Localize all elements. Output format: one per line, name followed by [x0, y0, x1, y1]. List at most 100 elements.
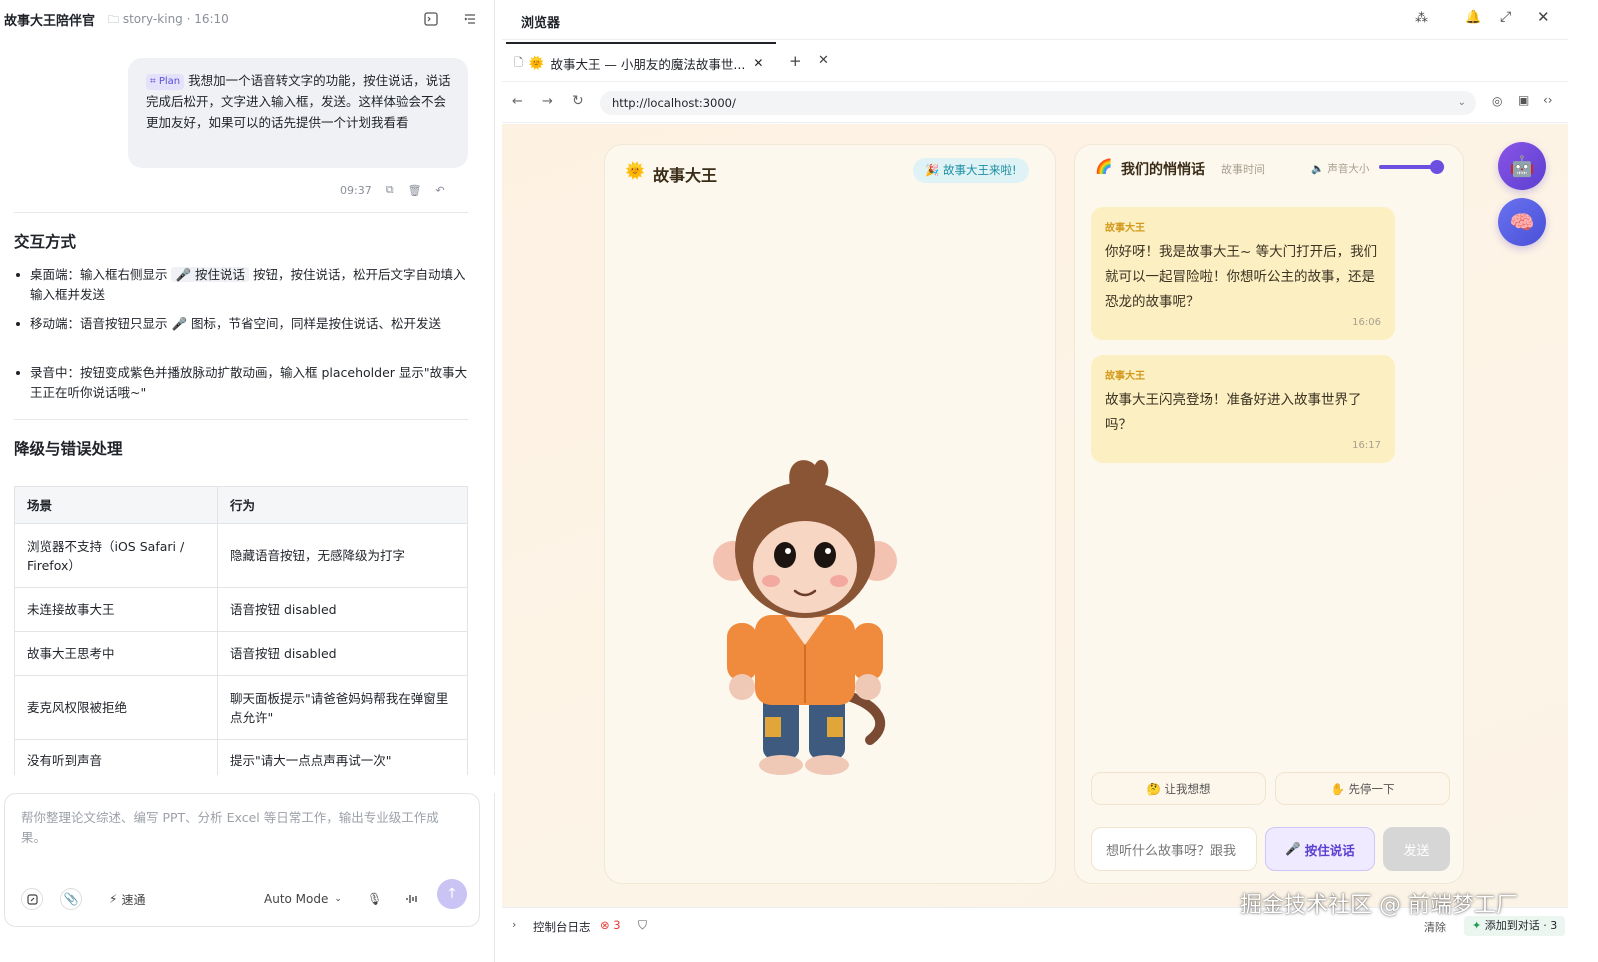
table-row: 故事大王思考中 语音按钮 disabled — [14, 631, 468, 676]
clear-button[interactable]: 清除 — [1424, 919, 1446, 935]
rainbow-icon: 🌈 — [1095, 159, 1113, 175]
bullet-mobile: 移动端：语音按钮只显示 🎤 图标，节省空间，同样是按住说话、松开发送 — [14, 314, 474, 334]
table-cell: 未连接故事大王 — [14, 587, 218, 632]
expand-icon[interactable]: ⤢ — [1500, 9, 1511, 25]
app-title: 故事大王陪伴官 — [4, 14, 96, 29]
composer: 帮你整理论文综述、编写 PPT、分析 Excel 等日常工作，输出专业级工作成果… — [4, 793, 480, 927]
section-title-interaction: 交互方式 — [14, 233, 77, 251]
user-message-bubble: ⌗ Plan 我想加一个语音转文字的功能，按住说话，说话完成后松开，文字进入输入框… — [128, 58, 468, 168]
floating-avatar-button[interactable]: 🤖 — [1498, 142, 1546, 190]
chat-card: 🌈 我们的悄悄话 故事时间 🔈 声音大小 故事大王 你好呀！我是故事大王~ 等大… — [1074, 144, 1464, 884]
forward-icon[interactable]: → — [542, 94, 553, 109]
error-count: ⊗ 3 — [600, 918, 621, 932]
message-text: 你好呀！我是故事大王~ 等大门打开后，我们就可以一起冒险啦！你想听公主的故事，还… — [1105, 244, 1378, 310]
chat-header: 故事大王陪伴官 🗀 story-king · 16:10 — [0, 0, 495, 38]
volume-knob[interactable] — [1430, 160, 1445, 174]
bell-icon[interactable]: 🔔 — [1465, 10, 1481, 25]
pause-button[interactable]: ✋ 先停一下 — [1275, 772, 1450, 805]
sender-name: 故事大王 — [1105, 371, 1145, 382]
browser-panel: 浏览器 ⁂ 🔔 ⤢ ✕ 🗋 🌞 故事大王 — 小朋友的魔法故事世... ✕ + … — [502, 0, 1598, 962]
bolt-icon: ⚡ — [109, 892, 118, 906]
status-badge: 🎉 故事大王来啦! — [913, 158, 1029, 183]
floating-brain-button[interactable]: 🧠 — [1498, 198, 1546, 246]
chevron-down-icon[interactable]: ⌄ — [1458, 91, 1466, 115]
inline-code: 🎤 按住说话 — [171, 267, 250, 282]
code-icon[interactable]: ‹› — [1543, 93, 1553, 107]
chevron-right-icon[interactable]: › — [512, 918, 516, 931]
voice-wave-icon[interactable] — [405, 888, 419, 910]
hold-to-talk-button[interactable]: 🎤 按住说话 — [1265, 827, 1375, 871]
add-to-chat-button[interactable]: ✦ 添加到对话 · 3 — [1464, 916, 1566, 936]
delete-icon[interactable]: 🗑 — [408, 184, 422, 197]
bot-message: 故事大王 故事大王闪亮登场！准备好进入故事世界了吗？ 16:17 — [1091, 355, 1395, 463]
chat-title: 我们的悄悄话 — [1121, 162, 1205, 178]
folder-icon: 🗀 — [108, 13, 119, 26]
chat-subtitle: 故事时间 — [1221, 163, 1265, 176]
browser-tabs: 🗋 🌞 故事大王 — 小朋友的魔法故事世... ✕ + ✕ — [502, 40, 1568, 82]
url-input[interactable]: http://localhost:3000/ ⌄ — [600, 91, 1476, 115]
divider — [14, 212, 468, 213]
speaker-icon: 🔈 — [1311, 163, 1325, 175]
table-cell: 语音按钮 disabled — [217, 587, 468, 632]
undo-icon[interactable]: ↶ — [436, 184, 445, 197]
composer-input[interactable]: 帮你整理论文综述、编写 PPT、分析 Excel 等日常工作，输出专业级工作成果… — [21, 808, 461, 848]
error-icon: ⊗ — [600, 918, 610, 932]
table-row: 浏览器不支持（iOS Safari / Firefox） 隐藏语音按钮，无感降级… — [14, 523, 468, 588]
copy-icon[interactable]: ⧉ — [386, 183, 394, 197]
browser-title: 浏览器 — [521, 16, 561, 31]
send-button[interactable]: 发送 — [1383, 827, 1450, 871]
table-cell: 浏览器不支持（iOS Safari / Firefox） — [14, 523, 218, 588]
plan-toggle-icon[interactable] — [21, 888, 43, 910]
speed-button[interactable]: ⚡ 速通 — [109, 888, 145, 910]
message-time: 16:06 — [1352, 317, 1381, 328]
think-button[interactable]: 🤔 让我想想 — [1091, 772, 1266, 805]
plan-badge: ⌗ Plan — [146, 74, 185, 90]
story-input[interactable]: 想听什么故事呀？跟我 — [1091, 827, 1257, 871]
table-cell: 隐藏语音按钮，无感降级为打字 — [217, 523, 468, 588]
back-icon[interactable]: ← — [512, 94, 523, 109]
close-icon[interactable]: ✕ — [1537, 8, 1550, 26]
mode-select[interactable]: Auto Mode ⌄ — [264, 888, 342, 910]
attach-icon[interactable]: 📎 — [60, 888, 82, 910]
address-bar: ← → ↻ http://localhost:3000/ ⌄ ◎ ▣ ‹› — [502, 83, 1568, 123]
filter-icon[interactable]: ⛉ — [638, 918, 647, 933]
table-header: 场景 — [14, 486, 218, 524]
message-text: 故事大王闪亮登场！准备好进入故事世界了吗？ — [1105, 392, 1362, 433]
mic-icon: 🎤 — [1285, 841, 1301, 856]
user-message-text: 我想加一个语音转文字的功能，按住说话，说话完成后松开，文字进入输入框，发送。这样… — [146, 73, 451, 130]
section-title-fallback: 降级与错误处理 — [14, 440, 123, 458]
table-cell: 语音按钮 disabled — [217, 631, 468, 676]
folder-label: 🗀 story-king · 16:10 — [108, 12, 229, 26]
sun-icon: 🌞 — [625, 161, 645, 180]
console-label[interactable]: 控制台日志 — [533, 919, 591, 935]
layout-icon[interactable]: ▣ — [1518, 93, 1529, 107]
outline-icon[interactable] — [460, 9, 480, 29]
reload-icon[interactable]: ↻ — [572, 93, 584, 109]
watermark: 掘金技术社区 @ 前端梦工厂 — [1240, 893, 1518, 918]
sun-icon: 🌞 — [528, 55, 545, 70]
monkey-character — [713, 459, 897, 775]
close-tabs-icon[interactable]: ✕ — [818, 53, 829, 68]
browser-tab-active[interactable]: 🗋 🌞 故事大王 — 小朋友的魔法故事世... ✕ — [506, 42, 776, 82]
inspect-icon[interactable]: ⁂ — [1415, 11, 1428, 26]
sender-name: 故事大王 — [1105, 223, 1145, 234]
card-title: 故事大王 — [653, 166, 718, 185]
table-cell: 麦克风权限被拒绝 — [14, 675, 218, 740]
terminal-icon[interactable] — [421, 9, 441, 29]
character-card: 🌞 故事大王 🎉 故事大王来啦! — [604, 144, 1056, 884]
bot-message: 故事大王 你好呀！我是故事大王~ 等大门打开后，我们就可以一起冒险啦！你想听公主… — [1091, 207, 1395, 340]
message-time: 09:37 — [340, 183, 372, 197]
compass-icon[interactable]: ◎ — [1492, 94, 1502, 108]
message-meta: 09:37 ⧉ 🗑 ↶ — [340, 181, 445, 199]
chevron-down-icon: ⌄ — [334, 894, 342, 904]
new-tab-icon[interactable]: + — [789, 52, 802, 70]
chat-panel: 故事大王陪伴官 🗀 story-king · 16:10 ⌗ Plan 我想加一个… — [0, 0, 495, 962]
mic-icon[interactable]: 🎙 — [367, 888, 382, 910]
browser-titlebar: 浏览器 ⁂ 🔔 ⤢ ✕ — [502, 0, 1568, 40]
table-header: 行为 — [217, 486, 468, 524]
bullet-recording: 录音中：按钮变成紫色并播放脉动扩散动画，输入框 placeholder 显示"故… — [14, 363, 474, 403]
volume-slider[interactable] — [1379, 160, 1445, 174]
table-cell: 故事大王思考中 — [14, 631, 218, 676]
send-button[interactable]: ↑ — [437, 879, 467, 909]
tab-close-icon[interactable]: ✕ — [753, 56, 763, 70]
